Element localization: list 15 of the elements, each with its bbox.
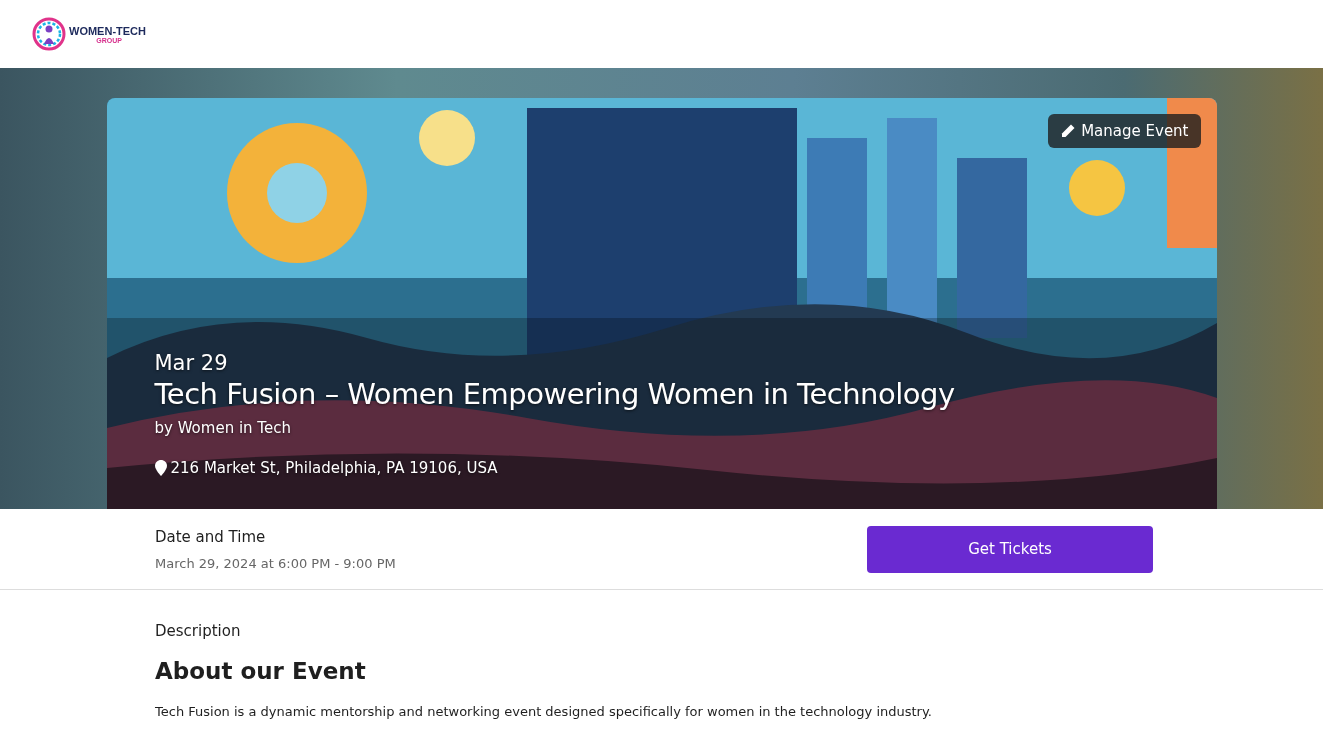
get-tickets-button[interactable]: Get Tickets bbox=[867, 525, 1153, 573]
event-address: 216 Market St, Philadelphia, PA 19106, USA bbox=[170, 459, 498, 477]
logo-icon bbox=[32, 17, 66, 51]
date-time-label: Date and Time bbox=[155, 527, 267, 546]
date-time-value: March 29, 2024 at 6:00 PM - 9:00 PM bbox=[155, 555, 396, 571]
location-pin-icon bbox=[154, 460, 167, 476]
organizer: by Women in Tech bbox=[154, 419, 292, 437]
event-date: Mar 29 bbox=[154, 351, 229, 375]
manage-event-button[interactable]: Manage Event bbox=[1048, 114, 1201, 148]
logo-name: WOMEN-TECH bbox=[69, 24, 146, 37]
description-text: Tech Fusion is a dynamic mentorship and networking event designed specifically for women in the technology industry. bbox=[155, 704, 933, 719]
pencil-icon bbox=[1060, 123, 1077, 139]
description-label: Description bbox=[155, 622, 242, 640]
event-title: Tech Fusion – Women Empowering Women in Technology bbox=[154, 377, 955, 411]
section-heading: About our Event bbox=[155, 658, 367, 684]
